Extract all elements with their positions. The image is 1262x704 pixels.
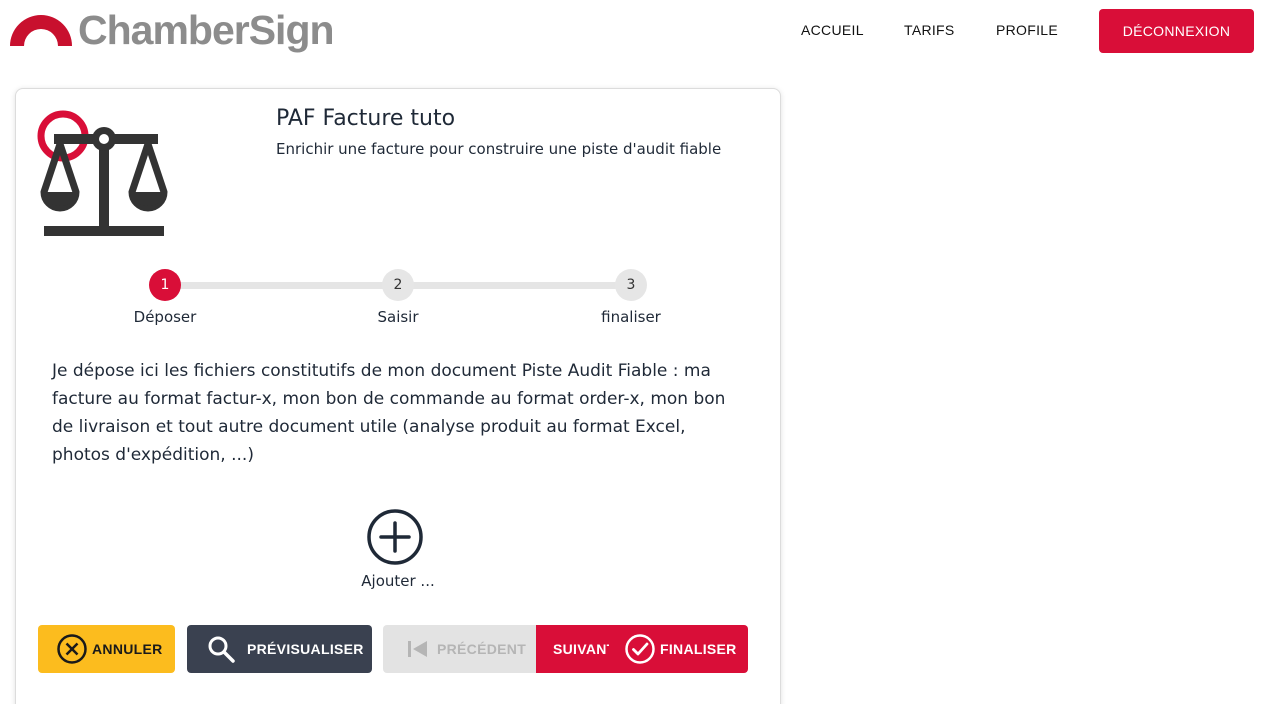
chambersign-logo[interactable]: ChamberSign <box>10 7 335 53</box>
cancel-button[interactable]: ANNULER <box>38 625 175 673</box>
card-title: PAF Facture tuto <box>276 106 456 131</box>
next-button[interactable]: SUIVANT FINALISER <box>536 625 748 673</box>
preview-button[interactable]: PRÉVISUALISER <box>187 625 372 673</box>
cancel-label: ANNULER <box>92 641 163 657</box>
logo-text: ChamberSign <box>78 7 335 53</box>
skip-previous-icon <box>408 641 427 657</box>
previous-label: PRÉCÉDENT <box>437 641 527 657</box>
previous-button[interactable]: PRÉCÉDENT <box>383 625 538 673</box>
cancel-x-icon <box>57 634 87 664</box>
step-3-label: finaliser <box>601 308 661 326</box>
logo-arc-icon <box>10 15 72 46</box>
add-file-icon[interactable] <box>366 508 424 566</box>
step-3-circle: 3 <box>615 269 647 301</box>
nav-profile[interactable]: PROFILE <box>996 22 1058 38</box>
step-1-label: Déposer <box>133 308 197 326</box>
card-subtitle: Enrichir une facture pour construire une… <box>276 140 722 158</box>
step-description: Je dépose ici les fichiers constitutifs … <box>52 361 726 465</box>
preview-label: PRÉVISUALISER <box>247 641 364 657</box>
next-label: SUIVANT <box>553 641 609 657</box>
step-1-circle: 1 <box>149 269 181 301</box>
logout-button[interactable]: DÉCONNEXION <box>1099 9 1254 53</box>
finalize-button[interactable]: FINALISER <box>624 633 737 665</box>
nav-accueil[interactable]: ACCUEIL <box>801 22 864 38</box>
add-file-label[interactable]: Ajouter ... <box>348 572 448 590</box>
finalize-label: FINALISER <box>660 641 737 657</box>
step-2-circle: 2 <box>382 269 414 301</box>
balance-scale-icon <box>37 110 168 236</box>
search-icon <box>208 636 235 663</box>
check-circle-icon <box>625 634 655 664</box>
step-2-label: Saisir <box>377 308 419 326</box>
nav-tarifs[interactable]: TARIFS <box>904 22 955 38</box>
